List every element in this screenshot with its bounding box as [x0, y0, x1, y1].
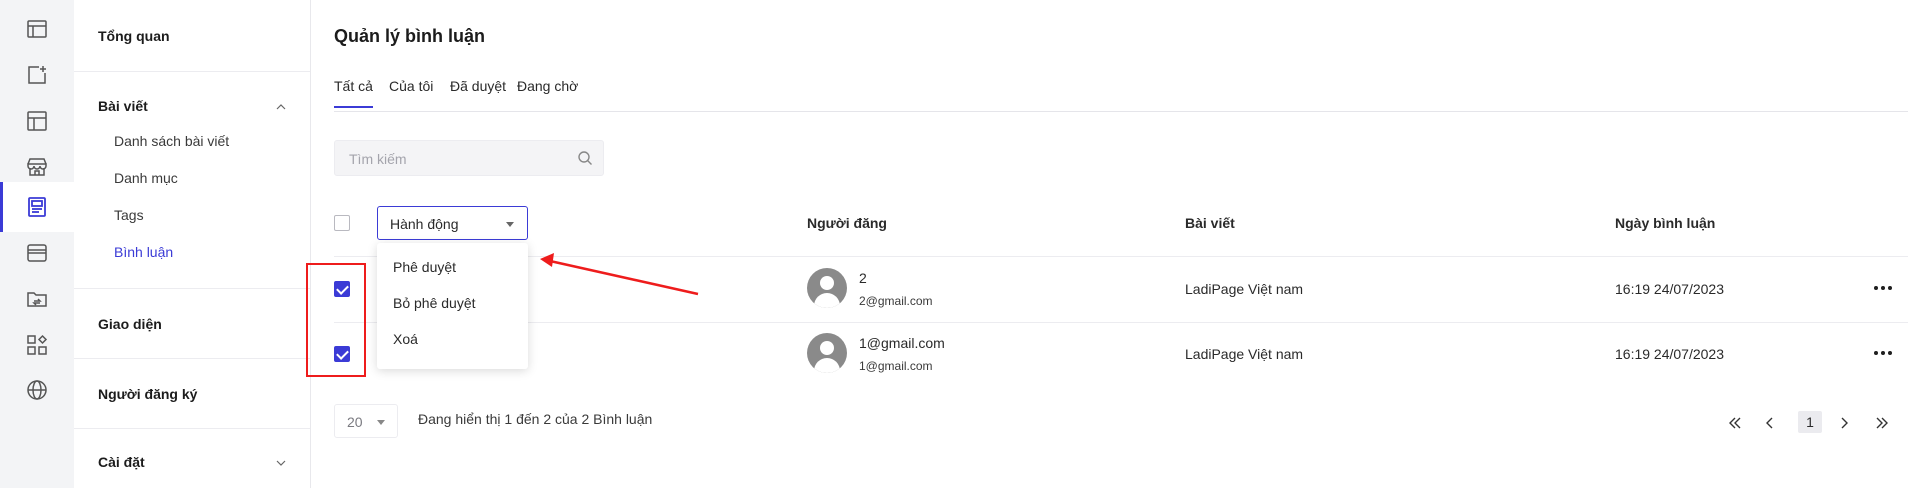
page-size-value: 20 — [347, 414, 363, 430]
sidebar-item-tags[interactable]: Tags — [114, 207, 144, 223]
sidebar-section-subscribers: Người đăng ký — [74, 359, 310, 429]
blog-icon[interactable] — [0, 182, 74, 232]
page-number-current[interactable]: 1 — [1798, 411, 1822, 433]
sidebar-section-theme: Giao diện — [74, 289, 310, 359]
tab-mine[interactable]: Của tôi — [389, 78, 433, 106]
search-placeholder: Tìm kiếm — [349, 151, 407, 167]
column-header-post: Bài viết — [1185, 215, 1235, 231]
sidebar-section-settings: Cài đặt — [74, 429, 310, 488]
bulk-action-menu: Phê duyệt Bỏ phê duyệt Xoá — [377, 243, 528, 369]
sidebar: Tổng quan Bài viết Danh sách bài viết Da… — [74, 0, 311, 488]
icon-rail — [0, 0, 74, 488]
page-title: Quản lý bình luận — [334, 26, 486, 46]
more-actions-icon[interactable] — [1874, 285, 1894, 291]
tab-all[interactable]: Tất cả — [334, 78, 373, 108]
dashboard-icon[interactable] — [0, 5, 74, 53]
menu-item-unapprove[interactable]: Bỏ phê duyệt — [393, 295, 476, 311]
sidebar-item-overview[interactable]: Tổng quan — [98, 28, 170, 44]
sidebar-section-overview: Tổng quan — [74, 0, 310, 72]
annotation-arrow-icon — [540, 253, 699, 296]
more-actions-icon[interactable] — [1874, 350, 1894, 356]
tab-bar: Tất cả Của tôi Đã duyệt Đang chờ — [334, 78, 1908, 112]
chevron-down-icon[interactable] — [276, 458, 286, 468]
author-name: 2 — [859, 270, 867, 286]
bulk-action-label: Hành động — [390, 216, 459, 232]
prev-page-icon[interactable] — [1759, 412, 1781, 434]
sidebar-section-posts: Bài viết Danh sách bài viết Danh mục Tag… — [74, 72, 310, 289]
sidebar-item-post-list[interactable]: Danh sách bài viết — [114, 133, 229, 149]
apps-icon[interactable] — [0, 321, 74, 369]
menu-item-approve[interactable]: Phê duyệt — [393, 259, 456, 275]
folder-sync-icon[interactable] — [0, 275, 74, 323]
post-title[interactable]: LadiPage Việt nam — [1185, 346, 1303, 362]
sidebar-item-categories[interactable]: Danh mục — [114, 170, 178, 186]
layout-icon[interactable] — [0, 97, 74, 145]
page-size-select[interactable]: 20 — [334, 404, 398, 438]
author-name: 1@gmail.com — [859, 335, 945, 351]
annotation-highlight-box — [306, 263, 366, 377]
comment-date: 16:19 24/07/2023 — [1615, 281, 1724, 297]
bulk-action-select[interactable]: Hành động — [377, 206, 528, 240]
menu-item-delete[interactable]: Xoá — [393, 331, 418, 347]
avatar — [807, 333, 847, 373]
caret-down-icon — [506, 222, 514, 227]
sidebar-item-posts[interactable]: Bài viết — [98, 98, 148, 114]
author-email: 1@gmail.com — [859, 359, 933, 373]
first-page-icon[interactable] — [1724, 412, 1746, 434]
sidebar-item-comments[interactable]: Bình luận — [114, 244, 173, 260]
tab-pending[interactable]: Đang chờ — [517, 78, 578, 106]
post-title[interactable]: LadiPage Việt nam — [1185, 281, 1303, 297]
pagination-summary: Đang hiển thị 1 đến 2 của 2 Bình luận — [418, 411, 653, 427]
next-page-icon[interactable] — [1833, 412, 1855, 434]
globe-icon[interactable] — [0, 366, 74, 414]
caret-down-icon — [377, 420, 385, 425]
avatar — [807, 268, 847, 308]
sidebar-item-settings[interactable]: Cài đặt — [98, 454, 145, 470]
tab-approved[interactable]: Đã duyệt — [450, 78, 506, 106]
last-page-icon[interactable] — [1871, 412, 1893, 434]
select-all-checkbox[interactable] — [334, 215, 350, 231]
sidebar-item-subscribers[interactable]: Người đăng ký — [98, 386, 197, 402]
comment-date: 16:19 24/07/2023 — [1615, 346, 1724, 362]
divider — [334, 322, 1908, 323]
browser-icon[interactable] — [0, 229, 74, 277]
author-email: 2@gmail.com — [859, 294, 933, 308]
sidebar-item-theme[interactable]: Giao diện — [98, 316, 162, 332]
search-icon[interactable] — [577, 150, 593, 166]
search-input[interactable]: Tìm kiếm — [334, 140, 604, 176]
main-content: Quản lý bình luận Tất cả Của tôi Đã duyệ… — [311, 0, 1919, 488]
add-post-icon[interactable] — [0, 51, 74, 99]
chevron-up-icon[interactable] — [276, 102, 286, 112]
column-header-date: Ngày bình luận — [1615, 215, 1716, 231]
column-header-author: Người đăng — [807, 215, 887, 231]
app-window: Tổng quan Bài viết Danh sách bài viết Da… — [0, 0, 1919, 488]
